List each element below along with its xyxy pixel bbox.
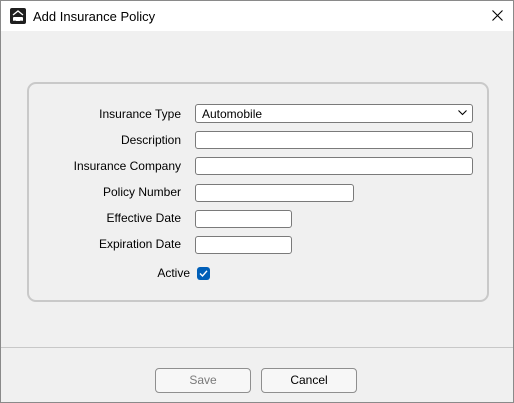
active-label: Active [157, 266, 190, 280]
expiration-date-label: Expiration Date [98, 237, 181, 251]
cancel-button[interactable]: Cancel [261, 368, 357, 393]
title-bar: Add Insurance Policy [1, 1, 513, 31]
window-title: Add Insurance Policy [33, 9, 156, 24]
effective-date-input[interactable] [195, 210, 292, 228]
active-checkbox[interactable] [197, 267, 210, 280]
car-key-icon [10, 8, 26, 24]
chevron-down-icon [458, 110, 467, 116]
description-input[interactable] [195, 131, 473, 149]
description-label: Description [120, 133, 181, 147]
close-button[interactable] [483, 1, 513, 31]
insurance-type-select[interactable]: Automobile [195, 104, 473, 123]
expiration-date-input[interactable] [195, 236, 292, 254]
insurance-type-label: Insurance Type [99, 107, 181, 121]
close-icon [492, 10, 503, 21]
insurance-type-value: Automobile [202, 107, 263, 121]
policy-number-input[interactable] [195, 184, 354, 202]
checkmark-icon [199, 270, 208, 278]
dialog-window: Add Insurance Policy Insurance Type Auto… [0, 0, 514, 403]
footer-divider [1, 347, 513, 348]
policy-number-label: Policy Number [102, 185, 181, 199]
insurance-company-input[interactable] [195, 157, 473, 175]
insurance-company-label: Insurance Company [73, 159, 181, 173]
effective-date-label: Effective Date [106, 211, 181, 225]
save-button[interactable]: Save [155, 368, 251, 393]
